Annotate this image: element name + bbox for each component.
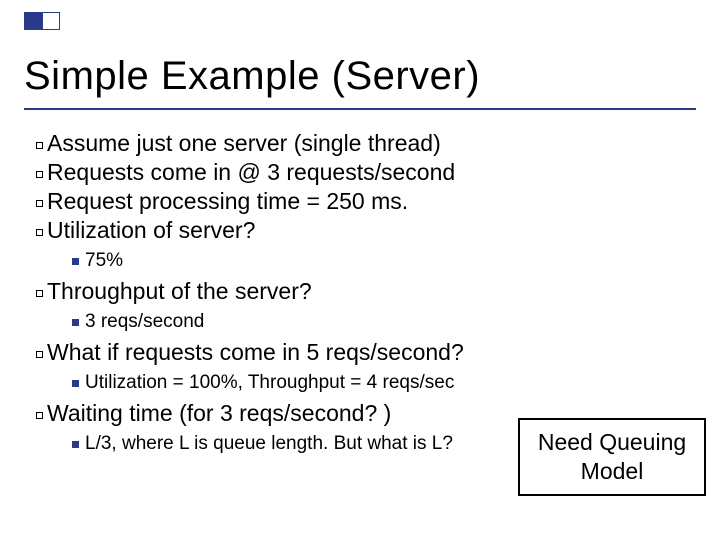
outline-bullet-icon <box>36 290 43 297</box>
bullet-throughput-q: Throughput of the server? <box>36 278 700 305</box>
subbullet-whatif-a: Utilization = 100%, Throughput = 4 reqs/… <box>72 372 700 394</box>
filled-bullet-icon <box>72 258 79 265</box>
subbullet-utilization-a: 75% <box>72 250 700 272</box>
outline-bullet-icon <box>36 229 43 236</box>
filled-bullet-icon <box>72 380 79 387</box>
bullet-utilization-q: Utilization of server? <box>36 217 700 244</box>
title-underline <box>24 108 696 110</box>
subbullet-text: 3 reqs/second <box>85 311 204 333</box>
filled-bullet-icon <box>72 319 79 326</box>
slide-content: Assume just one server (single thread) R… <box>36 130 700 461</box>
outline-bullet-icon <box>36 200 43 207</box>
bullet-assume: Assume just one server (single thread) <box>36 130 700 157</box>
bullet-text: Requests come in @ 3 requests/second <box>47 159 455 186</box>
subbullet-text: 75% <box>85 250 123 272</box>
corner-decoration <box>24 12 60 30</box>
bullet-text: What if requests come in 5 reqs/second? <box>47 339 464 366</box>
outline-bullet-icon <box>36 171 43 178</box>
deco-square-filled <box>24 12 42 30</box>
bullet-whatif-q: What if requests come in 5 reqs/second? <box>36 339 700 366</box>
outline-bullet-icon <box>36 142 43 149</box>
callout-box: Need Queuing Model <box>518 418 706 496</box>
outline-bullet-icon <box>36 412 43 419</box>
filled-bullet-icon <box>72 441 79 448</box>
bullet-text: Request processing time = 250 ms. <box>47 188 408 215</box>
deco-square-outline <box>42 12 60 30</box>
bullet-processing-time: Request processing time = 250 ms. <box>36 188 700 215</box>
bullet-requests-rate: Requests come in @ 3 requests/second <box>36 159 700 186</box>
bullet-text: Waiting time (for 3 reqs/second? ) <box>47 400 391 427</box>
bullet-text: Assume just one server (single thread) <box>47 130 441 157</box>
subbullet-text: Utilization = 100%, Throughput = 4 reqs/… <box>85 372 454 394</box>
outline-bullet-icon <box>36 351 43 358</box>
callout-text: Need Queuing Model <box>520 428 704 486</box>
subbullet-throughput-a: 3 reqs/second <box>72 311 700 333</box>
subbullet-text: L/3, where L is queue length. But what i… <box>85 433 453 455</box>
bullet-text: Utilization of server? <box>47 217 255 244</box>
slide-title: Simple Example (Server) <box>24 54 480 99</box>
bullet-text: Throughput of the server? <box>47 278 312 305</box>
